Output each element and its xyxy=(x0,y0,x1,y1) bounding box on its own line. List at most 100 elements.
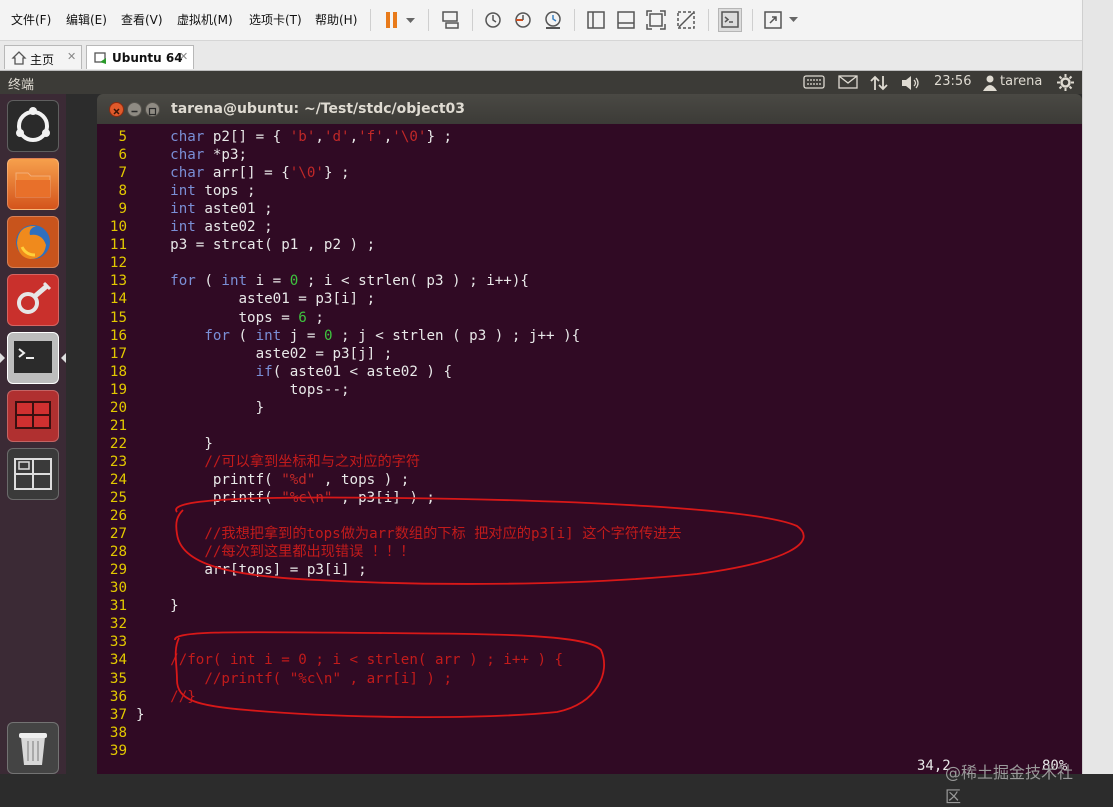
active-indicator-left xyxy=(0,353,5,363)
code-token: aste01 = p3[i] ; xyxy=(136,291,376,308)
unity-icon xyxy=(677,11,695,29)
launcher-firefox-button[interactable] xyxy=(7,216,59,268)
code-token: printf( xyxy=(136,490,282,506)
revert-snapshot-icon xyxy=(515,12,531,28)
code-text: printf( "%c\n" , p3[i] ) ; xyxy=(136,489,435,507)
gear-icon[interactable] xyxy=(1057,74,1074,91)
tab-home[interactable]: 主页 ✕ xyxy=(4,45,82,69)
stretch-button[interactable] xyxy=(762,9,802,31)
full-screen-icon xyxy=(646,10,666,30)
volume-icon[interactable] xyxy=(901,75,921,91)
line-number: 36 xyxy=(109,688,127,705)
code-token-num: 6 xyxy=(298,309,307,326)
user-icon xyxy=(983,75,997,91)
code-token: , tops ) ; xyxy=(315,471,410,488)
panel-username[interactable]: tarena xyxy=(1000,74,1042,89)
code-token: ( xyxy=(195,273,222,290)
show-library-button[interactable] xyxy=(585,9,607,31)
close-window-button[interactable] xyxy=(109,102,124,117)
launcher-settings-button[interactable] xyxy=(7,274,59,326)
minimize-window-button[interactable] xyxy=(127,102,142,117)
line-number: 15 xyxy=(109,309,127,326)
close-icon[interactable]: ✕ xyxy=(67,50,76,63)
full-screen-button[interactable] xyxy=(645,9,667,31)
menu-vm[interactable]: 虚拟机(M) xyxy=(177,11,233,28)
line-number: 25 xyxy=(109,490,127,506)
snapshot-manager-button[interactable] xyxy=(542,9,564,31)
thumbnail-bar-button[interactable] xyxy=(615,9,637,31)
code-token: , xyxy=(383,129,393,145)
panel-clock[interactable]: 23:56 xyxy=(934,74,971,89)
launcher-trash-button[interactable] xyxy=(7,722,59,774)
code-token-kw: int xyxy=(170,219,196,236)
terminal-title: tarena@ubuntu: ~/Test/stdc/object03 xyxy=(171,101,466,117)
code-token-kw: int xyxy=(170,183,196,200)
revert-snapshot-button[interactable] xyxy=(512,9,534,31)
snapshot-button[interactable] xyxy=(482,9,504,31)
code-token: printf( xyxy=(136,471,282,488)
send-keys-button[interactable] xyxy=(440,9,462,31)
launcher-files-button[interactable] xyxy=(7,158,59,210)
line-number: 14 xyxy=(109,291,127,308)
menu-file[interactable]: 文件(F) xyxy=(11,11,51,28)
code-token-kw: char xyxy=(170,165,205,182)
code-token: i = xyxy=(247,273,290,290)
unity-mode-button[interactable] xyxy=(675,9,697,31)
mail-icon[interactable] xyxy=(838,75,858,89)
code-token: p2[] = { xyxy=(204,129,290,145)
code-text: tops--; xyxy=(136,381,350,399)
menu-edit[interactable]: 编辑(E) xyxy=(66,11,107,28)
code-token-cmt: //} xyxy=(170,688,196,705)
folder-icon xyxy=(15,172,51,198)
code-token-str: 'f' xyxy=(358,129,384,145)
tab-ubuntu-label: Ubuntu 64 xyxy=(112,51,183,65)
code-token: ; xyxy=(306,309,324,326)
launcher-terminal-button[interactable] xyxy=(7,332,59,384)
code-token-str: '\0' xyxy=(392,129,427,145)
launcher-workspaces-app-button[interactable] xyxy=(7,390,59,442)
vmware-menubar: 文件(F) 编辑(E) 查看(V) 虚拟机(M) 选项卡(T) 帮助(H) xyxy=(0,0,1113,41)
menu-view[interactable]: 查看(V) xyxy=(121,11,163,28)
code-text: //} xyxy=(136,688,196,706)
code-text: aste02 = p3[j] ; xyxy=(136,345,393,363)
code-token-str: "%c\n" xyxy=(281,490,333,506)
menu-tabs[interactable]: 选项卡(T) xyxy=(249,11,302,28)
code-token: } ; xyxy=(323,165,350,182)
code-token: aste02 = p3[j] ; xyxy=(136,345,393,362)
launcher-dash-button[interactable] xyxy=(7,100,59,152)
code-text: char arr[] = {'\0'} ; xyxy=(136,164,350,182)
code-token: j = xyxy=(281,327,324,344)
panel-app-title: 终端 xyxy=(8,78,35,93)
code-text: p3 = strcat( p1 , p2 ) ; xyxy=(136,236,375,254)
tab-home-label: 主页 xyxy=(30,53,55,67)
code-text: if( aste01 < aste02 ) { xyxy=(136,363,452,381)
vm-icon xyxy=(94,52,106,64)
console-view-button[interactable] xyxy=(718,8,742,32)
code-token-kw: if xyxy=(255,363,273,380)
maximize-window-button[interactable] xyxy=(145,102,160,117)
code-token: *p3; xyxy=(204,147,248,164)
code-text: tops = 6 ; xyxy=(136,309,324,327)
terminal-titlebar[interactable]: tarena@ubuntu: ~/Test/stdc/object03 xyxy=(97,94,1082,124)
keyboard-icon[interactable] xyxy=(803,75,825,89)
network-icon[interactable] xyxy=(870,75,888,91)
menu-help[interactable]: 帮助(H) xyxy=(315,11,357,28)
code-text: int aste02 ; xyxy=(136,218,273,236)
code-text: int tops ; xyxy=(136,182,255,200)
trash-icon xyxy=(19,733,47,765)
terminal-body[interactable]: 5 char p2[] = { 'b','d','f','\0'} ; 6 cha… xyxy=(97,124,1082,806)
launcher-workspace-switcher-button[interactable] xyxy=(7,448,59,500)
line-number: 38 xyxy=(109,724,127,741)
pause-button[interactable] xyxy=(382,9,416,31)
line-number: 6 xyxy=(118,147,127,164)
close-icon[interactable]: ✕ xyxy=(179,50,188,63)
code-token: ( xyxy=(229,327,256,344)
code-text: char *p3; xyxy=(136,146,247,164)
code-token-cmt: //每次到这里都出现错误 ！！！ xyxy=(204,544,415,561)
code-text: //printf( "%c\n" , arr[i] ) ; xyxy=(136,670,452,688)
tab-ubuntu[interactable]: Ubuntu 64 ✕ xyxy=(86,45,194,69)
